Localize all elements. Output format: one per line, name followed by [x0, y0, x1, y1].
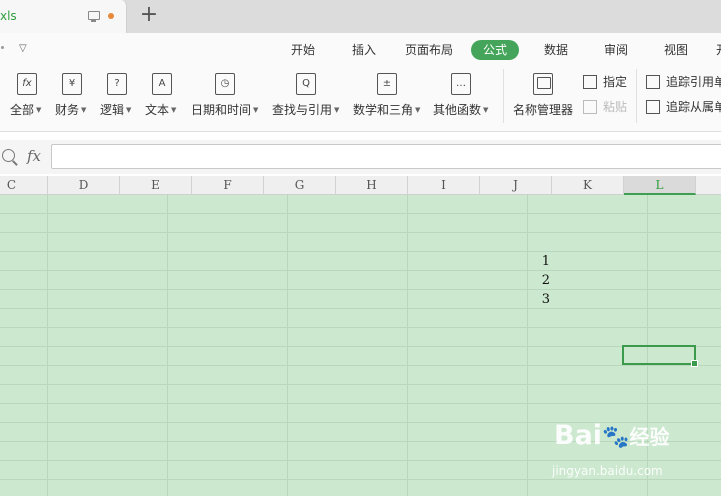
active-cell-selection[interactable]	[622, 345, 698, 367]
zoom-icon[interactable]	[2, 149, 15, 162]
monitor-icon[interactable]	[88, 11, 100, 22]
math-trig-button[interactable]: ± 数学和三角 ▼	[353, 71, 425, 121]
tab-view[interactable]: 视图	[664, 40, 688, 60]
ribbon-divider	[503, 69, 504, 123]
logical-label: 逻辑	[100, 103, 125, 117]
column-header-h[interactable]: H	[336, 176, 408, 195]
lookup-reference-label: 查找与引用	[272, 103, 333, 117]
new-tab-button[interactable]: +	[139, 4, 159, 28]
trace-precedents-icon[interactable]	[646, 75, 660, 89]
clock-icon: ◷	[215, 73, 235, 95]
tab-formulas[interactable]: 公式	[471, 40, 520, 60]
column-header-d[interactable]: D	[48, 176, 120, 195]
cell-j-value[interactable]: 1	[530, 254, 550, 269]
quick-access-dropdown-icon[interactable]: ▽	[19, 43, 27, 54]
specify-button[interactable]: 指定	[603, 73, 627, 91]
name-manager-button[interactable]: 名称管理器	[513, 101, 573, 118]
cell-j-value[interactable]: 2	[530, 273, 550, 288]
quick-access-icon[interactable]	[1, 46, 4, 49]
name-manager-icon[interactable]	[533, 73, 553, 95]
insert-function-icon[interactable]: fx	[27, 147, 41, 165]
text-a-icon: A	[152, 73, 172, 95]
column-header-j[interactable]: J	[480, 176, 552, 195]
column-header-c[interactable]: C	[0, 176, 48, 195]
column-header-f[interactable]: F	[192, 176, 264, 195]
tab-review[interactable]: 审阅	[604, 40, 628, 60]
column-header-l[interactable]: L	[624, 176, 696, 195]
tab-overflow[interactable]: 开	[716, 40, 721, 60]
sheet-grid[interactable]: 1 2 3	[0, 195, 721, 496]
cell-j-value[interactable]: 3	[530, 292, 550, 307]
date-time-button[interactable]: ◷ 日期和时间 ▼	[191, 71, 263, 121]
all-functions-label: 全部	[10, 103, 35, 117]
document-tab[interactable]: xls	[0, 0, 127, 33]
ribbon: ▽ 开始 插入 页面布局 公式 数据 审阅 视图 开 fx 全部▼ ¥ 财务▼ …	[0, 33, 721, 132]
tab-data[interactable]: 数据	[544, 40, 568, 60]
more-functions-button[interactable]: … 其他函数 ▼	[433, 71, 497, 121]
column-header-k[interactable]: K	[552, 176, 624, 195]
trace-precedents-button[interactable]: 追踪引用单	[666, 73, 721, 91]
lookup-reference-button[interactable]: Q 查找与引用 ▼	[272, 71, 344, 121]
more-functions-label: 其他函数	[433, 103, 482, 117]
more-functions-icon: …	[451, 73, 471, 95]
specify-icon[interactable]	[583, 75, 597, 89]
formula-input[interactable]	[51, 144, 721, 169]
search-book-icon: Q	[296, 73, 316, 95]
unsaved-indicator-icon	[108, 13, 114, 19]
document-tab-name[interactable]: xls	[0, 9, 17, 23]
all-functions-button[interactable]: fx 全部 ▼	[10, 71, 52, 121]
fx-icon: fx	[17, 73, 37, 95]
tab-page-layout[interactable]: 页面布局	[405, 40, 453, 60]
text-label: 文本	[145, 103, 170, 117]
math-trig-label: 数学和三角	[353, 103, 414, 117]
formula-bar: fx	[0, 140, 721, 174]
tab-insert[interactable]: 插入	[352, 40, 376, 60]
trace-dependents-icon[interactable]	[646, 100, 660, 114]
text-button[interactable]: A 文本 ▼	[145, 71, 185, 121]
tab-bar: xls +	[0, 0, 721, 33]
question-icon: ?	[107, 73, 127, 95]
paste-name-button: 粘贴	[603, 100, 628, 114]
yen-icon: ¥	[62, 73, 82, 95]
column-header-g[interactable]: G	[264, 176, 336, 195]
column-header-i[interactable]: I	[408, 176, 480, 195]
paste-name-icon	[583, 100, 597, 114]
tab-start[interactable]: 开始	[291, 40, 315, 60]
ribbon-divider	[636, 69, 637, 123]
trace-dependents-button[interactable]: 追踪从属单	[666, 98, 721, 116]
math-icon: ±	[377, 73, 397, 95]
date-time-label: 日期和时间	[191, 103, 252, 117]
column-headers: C D E F G H I J K L	[0, 176, 721, 195]
financial-label: 财务	[55, 103, 80, 117]
logical-button[interactable]: ? 逻辑 ▼	[100, 71, 140, 121]
financial-button[interactable]: ¥ 财务 ▼	[55, 71, 95, 121]
column-header-e[interactable]: E	[120, 176, 192, 195]
